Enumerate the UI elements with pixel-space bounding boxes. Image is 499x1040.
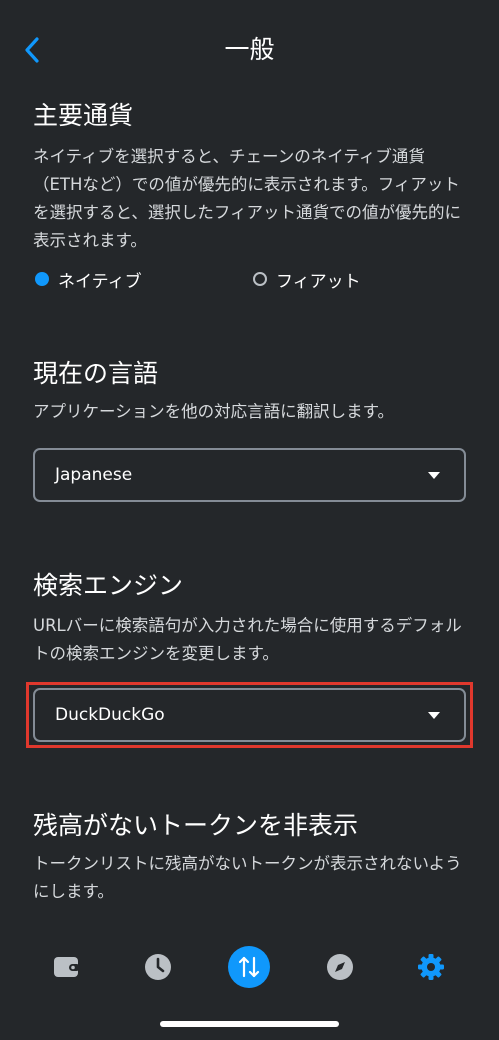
tab-bar (0, 925, 499, 1000)
search-engine-select-value: DuckDuckGo (55, 705, 165, 725)
currency-radio-group: ネイティブ フィアット (33, 264, 473, 294)
tab-wallet[interactable] (45, 945, 89, 989)
swap-arrows-icon (228, 946, 270, 988)
radio-selected-icon (35, 272, 49, 286)
gear-icon (418, 954, 444, 980)
language-select-value: Japanese (55, 465, 133, 485)
page-title: 一般 (224, 35, 275, 64)
language-description: アプリケーションを他の対応言語に翻訳します。 (33, 402, 395, 421)
search-engine-description: URLバーに検索語句が入力された場合に使用するデフォルトの検索エンジンを変更しま… (33, 616, 462, 663)
caret-down-icon (428, 472, 440, 479)
radio-native-label: ネイティブ (58, 271, 142, 292)
tab-swap[interactable] (227, 945, 271, 989)
clock-icon (145, 954, 171, 980)
language-title: 現在の言語 (33, 359, 159, 388)
radio-native[interactable]: ネイティブ (35, 264, 142, 294)
header: 一般 (0, 0, 499, 100)
radio-unselected-icon (253, 272, 267, 286)
compass-icon (327, 954, 353, 980)
primary-currency-description: ネイティブを選択すると、チェーンのネイティブ通貨（ETHなど）での値が優先的に表… (33, 147, 462, 250)
tab-browser[interactable] (318, 945, 362, 989)
home-indicator (160, 1021, 339, 1027)
search-engine-select[interactable]: DuckDuckGo (33, 688, 466, 742)
radio-fiat-label: フィアット (276, 271, 361, 292)
tab-settings[interactable] (409, 945, 453, 989)
hide-zero-balance-title: 残高がないトークンを非表示 (33, 811, 359, 840)
language-select[interactable]: Japanese (33, 448, 466, 502)
primary-currency-title: 主要通貨 (33, 101, 134, 130)
caret-down-icon (428, 712, 440, 719)
radio-fiat[interactable]: フィアット (253, 264, 361, 294)
wallet-icon (54, 957, 80, 977)
hide-zero-balance-description: トークンリストに残高がないトークンが表示されないようにします。 (33, 854, 462, 901)
search-engine-title: 検索エンジン (33, 571, 184, 600)
tab-activity[interactable] (136, 945, 180, 989)
